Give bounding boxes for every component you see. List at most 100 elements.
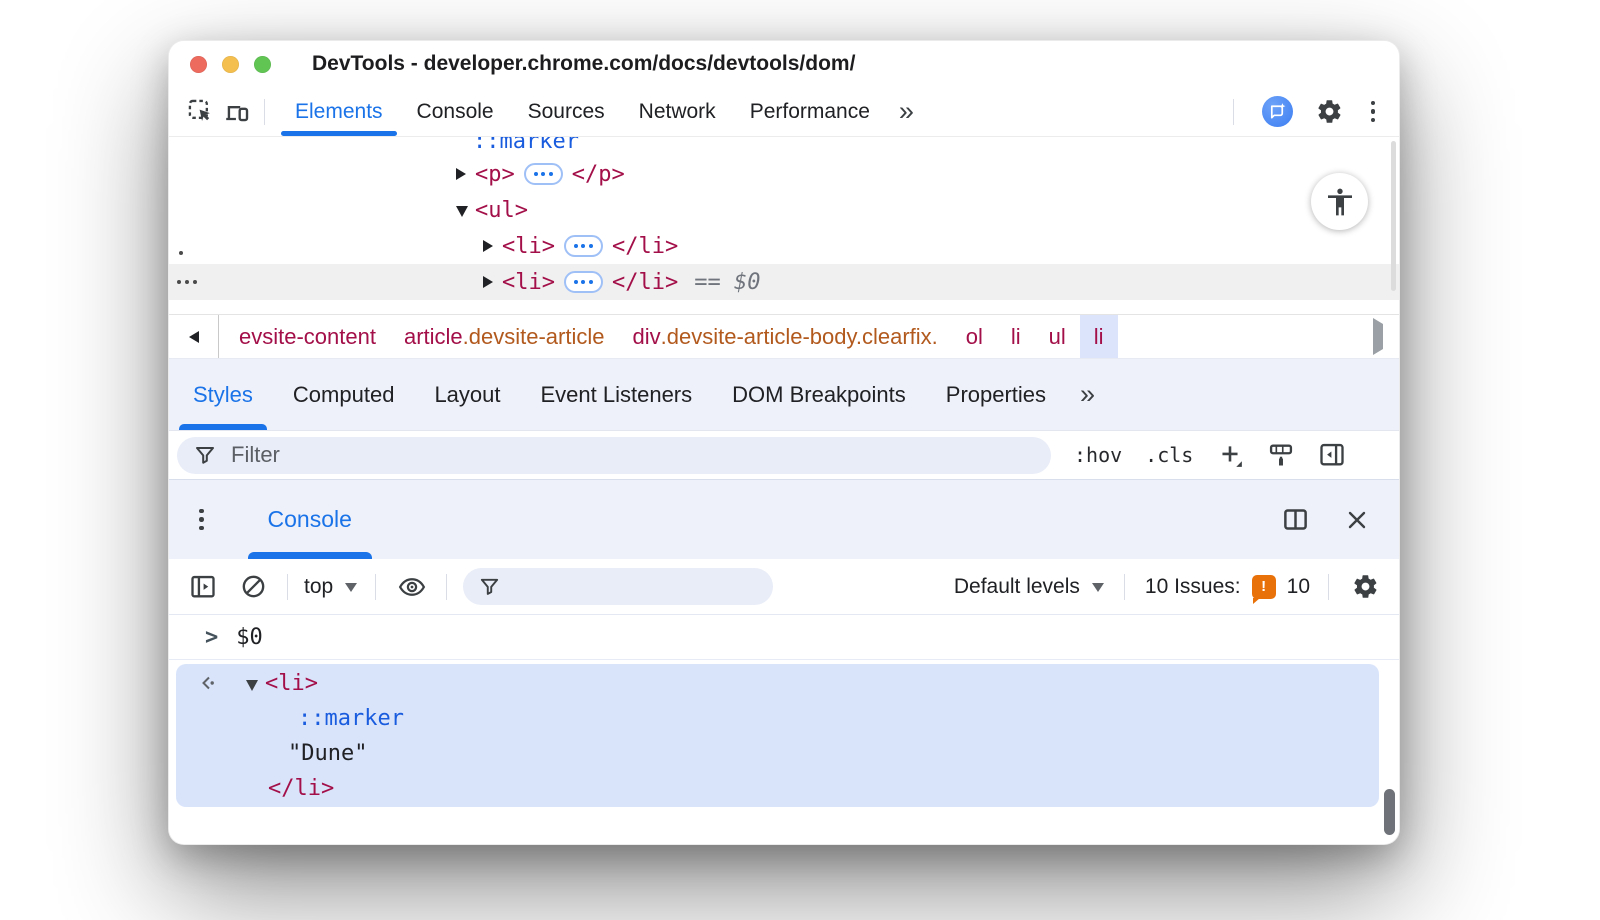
tab-sources[interactable]: Sources: [511, 87, 622, 136]
console-messages: > $0 <li> ::marker "Dune" </li>: [169, 615, 1399, 845]
tab-console[interactable]: Console: [400, 87, 511, 136]
console-toolbar: top Default levels 10 I: [169, 559, 1399, 615]
filter-funnel-icon: [478, 575, 501, 598]
return-value-icon: [198, 673, 218, 693]
device-toolbar-icon[interactable]: [219, 94, 255, 130]
collapse-arrow-icon[interactable]: [246, 680, 258, 691]
crumb-ol[interactable]: ol: [952, 315, 997, 358]
devtools-window: DevTools - developer.chrome.com/docs/dev…: [168, 40, 1400, 845]
dom-row-ul[interactable]: <ul>: [169, 192, 1399, 228]
breadcrumb: evsite-content article.devsite-article d…: [219, 315, 1118, 358]
minimize-window-button[interactable]: [222, 56, 239, 73]
styles-filter-field[interactable]: [177, 437, 1051, 474]
zoom-window-button[interactable]: [254, 56, 271, 73]
console-settings-gear-icon[interactable]: [1347, 569, 1383, 605]
console-filter-input[interactable]: [501, 579, 758, 594]
dom-row-li-selected[interactable]: <li> </li> == $0: [169, 264, 1399, 300]
close-tag: </li>: [612, 270, 678, 295]
tab-styles[interactable]: Styles: [173, 359, 273, 430]
live-expression-eye-icon[interactable]: [394, 569, 430, 605]
styles-sidebar-tabs: Styles Computed Layout Event Listeners D…: [169, 358, 1399, 431]
breadcrumb-forward-button[interactable]: [1367, 318, 1389, 356]
expand-arrow-icon[interactable]: [483, 240, 493, 252]
console-input-echo-row[interactable]: > $0: [169, 615, 1399, 660]
ai-assistant-icon[interactable]: [1262, 96, 1293, 127]
crumb-li-selected[interactable]: li: [1080, 315, 1118, 358]
window-title: DevTools - developer.chrome.com/docs/dev…: [312, 52, 855, 76]
more-tabs-icon[interactable]: »: [887, 87, 926, 136]
console-prompt-icon: >: [205, 625, 218, 650]
elements-scrollbar[interactable]: [1391, 141, 1396, 291]
crumb-div[interactable]: div.devsite-article-body.clearfix.: [619, 315, 952, 358]
crumb-li[interactable]: li: [997, 315, 1035, 358]
crumb-devsite-content[interactable]: evsite-content: [225, 315, 390, 358]
tab-elements[interactable]: Elements: [278, 87, 400, 136]
close-window-button[interactable]: [190, 56, 207, 73]
drawer-tab-console[interactable]: Console: [256, 480, 364, 559]
main-tabs: Elements Console Sources Network Perform…: [278, 87, 926, 136]
dom-row-li-1[interactable]: <li> </li>: [169, 228, 1399, 264]
node-ellipsis-icon[interactable]: [524, 163, 563, 185]
result-close-tag: </li>: [268, 776, 334, 801]
close-drawer-icon[interactable]: [1345, 508, 1369, 532]
console-filter-field[interactable]: [463, 568, 773, 605]
styles-filter-input[interactable]: [231, 442, 1035, 468]
close-tag: </p>: [572, 162, 625, 187]
dock-sidebar-icon[interactable]: [1318, 441, 1346, 469]
crumb-ul[interactable]: ul: [1035, 315, 1080, 358]
main-toolbar: Elements Console Sources Network Perform…: [169, 87, 1399, 137]
tab-network[interactable]: Network: [622, 87, 733, 136]
node-ellipsis-icon[interactable]: [564, 235, 603, 257]
split-panel-icon[interactable]: [1282, 506, 1309, 533]
toggle-hover-state-button[interactable]: :hov: [1074, 443, 1122, 467]
console-result-block[interactable]: <li> ::marker "Dune" </li>: [176, 664, 1379, 807]
result-open-tag: <li>: [265, 671, 318, 696]
clear-console-icon[interactable]: [235, 569, 271, 605]
toggle-class-button[interactable]: .cls: [1145, 443, 1193, 467]
tab-dom-breakpoints[interactable]: DOM Breakpoints: [712, 359, 926, 430]
styles-filter-row: :hov .cls: [169, 431, 1399, 479]
row-options-dots-icon[interactable]: [177, 280, 197, 284]
collapse-arrow-icon[interactable]: [456, 206, 468, 217]
tab-computed[interactable]: Computed: [273, 359, 415, 430]
toolbar-right-cluster: [1224, 94, 1380, 130]
toolbar-divider: [1233, 99, 1234, 125]
drawer-menu-icon[interactable]: [195, 505, 208, 535]
toolbar-divider: [1328, 574, 1329, 600]
breadcrumb-back-button[interactable]: [169, 315, 219, 358]
log-levels-selector[interactable]: Default levels: [954, 575, 1104, 599]
toolbar-divider: [1124, 574, 1125, 600]
open-tag: <p>: [475, 162, 515, 187]
expand-arrow-icon[interactable]: [483, 276, 493, 288]
dom-row-p[interactable]: <p> </p>: [169, 156, 1399, 192]
result-pseudo-element[interactable]: ::marker: [298, 706, 404, 731]
tab-properties[interactable]: Properties: [926, 359, 1066, 430]
console-sidebar-icon[interactable]: [185, 569, 221, 605]
tab-layout[interactable]: Layout: [414, 359, 520, 430]
expand-arrow-icon[interactable]: [456, 168, 466, 180]
context-selector[interactable]: top: [304, 575, 357, 599]
rendering-brush-icon[interactable]: [1267, 441, 1295, 469]
accessibility-fab[interactable]: [1311, 173, 1368, 230]
new-style-rule-icon[interactable]: [1216, 441, 1244, 469]
context-selector-value: top: [304, 575, 333, 599]
node-ellipsis-icon[interactable]: [564, 271, 603, 293]
open-tag: <li>: [502, 234, 555, 259]
more-sidebar-tabs-icon[interactable]: »: [1066, 359, 1109, 430]
result-text-node: "Dune": [288, 741, 367, 766]
more-options-menu-icon[interactable]: [1367, 97, 1380, 127]
console-scrollbar[interactable]: [1384, 789, 1395, 835]
pseudo-element-label[interactable]: ::marker: [473, 137, 579, 154]
settings-gear-icon[interactable]: [1312, 94, 1348, 130]
filter-funnel-icon: [193, 443, 217, 467]
close-tag: </li>: [612, 234, 678, 259]
log-levels-value: Default levels: [954, 575, 1080, 599]
inspect-element-icon[interactable]: [183, 94, 219, 130]
titlebar: DevTools - developer.chrome.com/docs/dev…: [169, 41, 1399, 87]
tab-event-listeners[interactable]: Event Listeners: [521, 359, 713, 430]
crumb-article[interactable]: article.devsite-article: [390, 315, 619, 358]
chevron-down-icon: [1092, 583, 1104, 592]
issues-counter[interactable]: 10 Issues: ! 10: [1145, 575, 1310, 599]
issues-label: 10 Issues:: [1145, 575, 1241, 599]
tab-performance[interactable]: Performance: [733, 87, 887, 136]
